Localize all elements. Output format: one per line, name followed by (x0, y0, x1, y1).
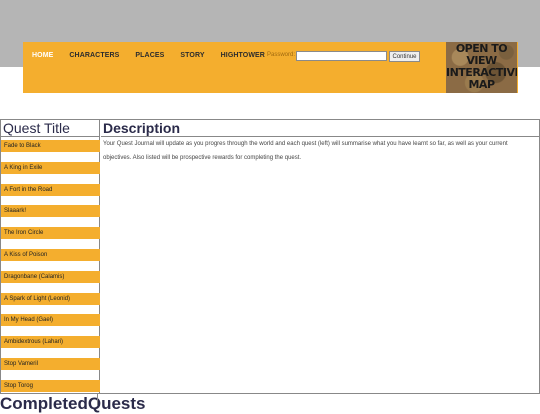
completed-quests-heading: CompletedQuests (0, 394, 540, 414)
quest-item[interactable]: A Spark of Light (Leonid) (1, 292, 100, 305)
nav-hightower-link[interactable]: HIGHTOWER (221, 52, 265, 59)
quest-item[interactable]: Fade to Black (1, 140, 100, 152)
nav-places-link[interactable]: PLACES (135, 52, 164, 59)
password-input[interactable] (296, 51, 387, 61)
quest-item[interactable]: In My Head (Gael) (1, 314, 100, 327)
quest-item[interactable]: A King in Exile (1, 161, 100, 174)
interactive-map-button[interactable]: OPEN TO VIEW INTERACTIVE MAP (446, 42, 517, 93)
description-text: Your Quest Journal will update as you pr… (103, 141, 508, 161)
quest-item[interactable]: Ambidextrous (Lahari) (1, 336, 100, 349)
completed-heading-left: Completed (0, 394, 88, 413)
nav-characters-link[interactable]: CHARACTERS (69, 52, 119, 59)
description-header: Description (101, 120, 539, 137)
map-text-line-3: MAP (468, 78, 495, 91)
quest-item[interactable]: Stop Vameril (1, 357, 100, 370)
quest-title-column: Quest Title Fade to Black A King in Exil… (1, 120, 100, 393)
map-text-line-1: OPEN TO VIEW (455, 42, 508, 67)
quest-item[interactable]: A Kiss of Poison (1, 248, 100, 261)
continue-button[interactable]: Continue (389, 51, 420, 62)
quest-item[interactable]: Slaaark! (1, 205, 100, 218)
password-label: Password: (267, 52, 296, 58)
quest-item[interactable]: Stop Torog (1, 379, 100, 392)
completed-column-divider (97, 394, 98, 405)
nav-menu: HOME CHARACTERS PLACES STORY HIGHTOWER (32, 52, 265, 59)
quest-title-header: Quest Title (1, 120, 99, 137)
map-button-text: OPEN TO VIEW INTERACTIVE MAP (446, 43, 517, 91)
description-column: Description Your Quest Journal will upda… (101, 120, 539, 393)
quest-list: Fade to Black A King in Exile A Fort in … (1, 140, 100, 402)
quest-journal-table: Quest Title Fade to Black A King in Exil… (0, 119, 540, 394)
quest-item[interactable]: Dragonbane (Calamis) (1, 270, 100, 283)
nav-home-link[interactable]: HOME (32, 52, 53, 59)
main-navbar: HOME CHARACTERS PLACES STORY HIGHTOWER P… (23, 42, 518, 93)
nav-story-link[interactable]: STORY (180, 52, 204, 59)
quest-item[interactable]: A Fort in the Road (1, 183, 100, 196)
quest-item[interactable]: The Iron Circle (1, 227, 100, 240)
